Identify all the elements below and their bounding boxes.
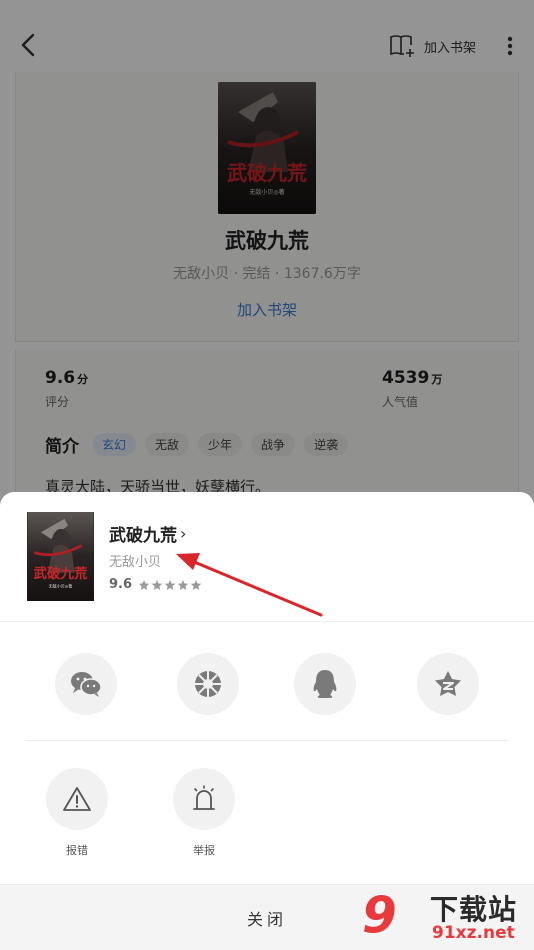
star-icon (164, 579, 176, 590)
qzone-icon (435, 671, 461, 696)
report-abuse-button[interactable]: 举报 (173, 768, 235, 858)
star-icon (190, 579, 202, 590)
share-sheet: 武破九荒 无敌小贝◎著 武破九荒 › 无敌小贝 9.6 报错 举报 关闭 (0, 492, 534, 950)
star-icon (138, 579, 150, 590)
watermark-nine: 9 (362, 886, 397, 944)
watermark-text: 下载站 (430, 893, 518, 926)
report-abuse-label: 举报 (193, 844, 215, 857)
sheet-book-cover: 武破九荒 无敌小贝◎著 (27, 512, 94, 601)
wechat-icon (71, 672, 102, 697)
share-qq-button[interactable] (294, 653, 356, 715)
report-error-icon-wrap (46, 768, 108, 830)
watermark-logo: 9 下载站 91xz.net (360, 885, 534, 950)
share-wechat-button[interactable] (55, 653, 117, 715)
sheet-book-title: 武破九荒 (109, 526, 177, 546)
sheet-book-info[interactable]: 武破九荒 无敌小贝◎著 武破九荒 › 无敌小贝 9.6 (0, 492, 534, 622)
star-icon (151, 579, 163, 590)
star-icon (177, 579, 189, 590)
report-abuse-icon-wrap (173, 768, 235, 830)
watermark-url: 91xz.net (432, 923, 515, 943)
report-error-button[interactable]: 报错 (46, 768, 108, 858)
qq-icon (313, 670, 337, 698)
sheet-book-author: 无敌小贝 (109, 555, 162, 570)
alarm-icon (193, 785, 215, 810)
sheet-title-row[interactable]: 武破九荒 › (109, 521, 186, 546)
share-qzone-button[interactable] (417, 653, 479, 715)
close-label: 关闭 (246, 909, 287, 929)
warning-icon (63, 787, 91, 811)
report-error-label: 报错 (66, 844, 88, 857)
sheet-cover-title-text: 武破九荒 (34, 565, 88, 582)
share-moments-button[interactable] (177, 653, 239, 715)
sheet-cover-art: 武破九荒 无敌小贝◎著 (27, 512, 94, 601)
share-targets (0, 622, 534, 740)
moments-icon (195, 671, 221, 697)
sheet-rating: 9.6 (109, 577, 202, 592)
sheet-cover-author-text: 无敌小贝◎著 (49, 583, 73, 589)
divider (26, 740, 508, 741)
chevron-right-icon: › (180, 524, 187, 543)
rating-stars (138, 579, 202, 591)
rating-score: 9.6 (109, 577, 133, 592)
